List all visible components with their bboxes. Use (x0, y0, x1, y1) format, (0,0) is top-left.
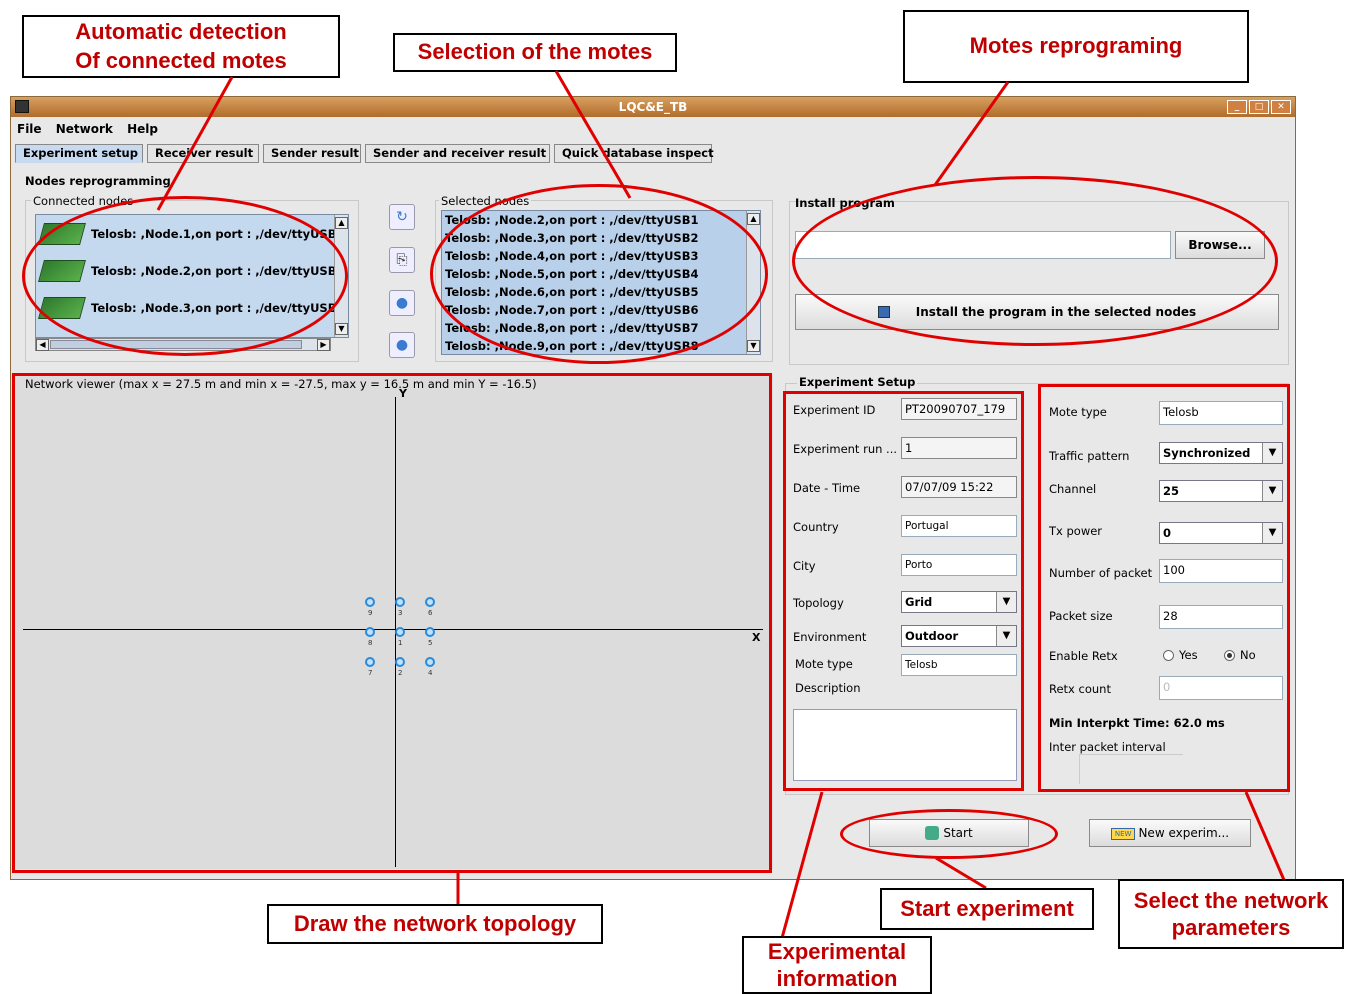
callout-start-experiment: Start experiment (880, 888, 1094, 930)
callout-pointer-lines (156, 70, 1286, 939)
callout-experimental-info: Experimental information (742, 936, 932, 994)
callout-select-parameters: Select the network parameters (1118, 879, 1344, 949)
callout-draw-topology: Draw the network topology (267, 904, 603, 944)
